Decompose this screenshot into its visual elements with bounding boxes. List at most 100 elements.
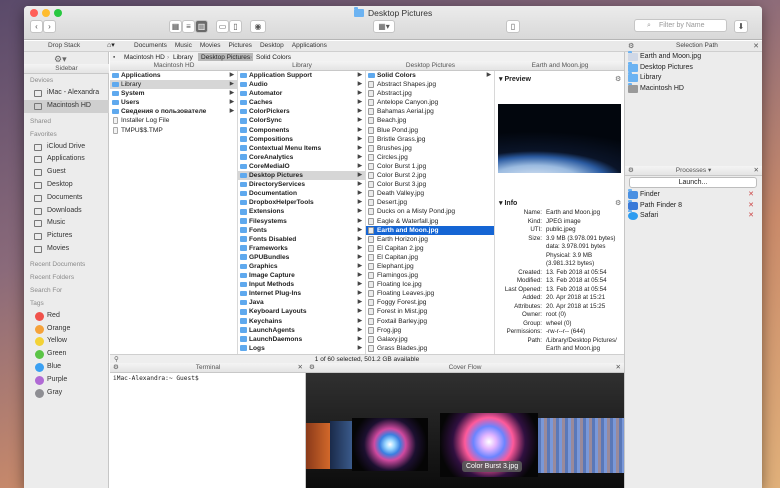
arrange-button[interactable]: ▦▾ [373, 20, 395, 33]
dual-pane-button[interactable]: ▯ [229, 20, 242, 33]
sidebar-item-macintosh-hd[interactable]: Macintosh HD [24, 99, 109, 113]
close-icon[interactable]: ✕ [753, 42, 759, 50]
image-file-row[interactable]: Color Burst 2.jpg [366, 171, 494, 180]
sidebar-item-imac[interactable]: iMac - Alexandra [24, 87, 109, 100]
image-file-row[interactable]: Bristle Grass.jpg [366, 135, 494, 144]
folder-row[interactable]: Keyboard Layouts ▶ [238, 307, 365, 316]
folder-row[interactable]: Users ▶ [110, 98, 237, 107]
image-file-row[interactable]: Floating Ice.jpg [366, 280, 494, 289]
image-file-row[interactable]: Antelope Canyon.jpg [366, 98, 494, 107]
folder-row[interactable]: Graphics ▶ [238, 262, 365, 271]
process-item-path-finder[interactable]: Path Finder 8 ✕ [625, 199, 762, 212]
folder-row[interactable]: System ▶ [110, 89, 237, 98]
folder-row[interactable]: GPUBundles ▶ [238, 253, 365, 262]
folder-row[interactable]: DropboxHelperTools ▶ [238, 198, 365, 207]
folder-row[interactable]: Internet Plug-Ins ▶ [238, 289, 365, 298]
image-file-row[interactable]: Galaxy.jpg [366, 335, 494, 344]
quick-look-button[interactable]: ◉ [250, 20, 266, 33]
tag-item-purple[interactable]: Purple [24, 374, 109, 387]
image-file-row[interactable]: Color Burst 1.jpg [366, 162, 494, 171]
folder-row[interactable]: Image Capture ▶ [238, 271, 365, 280]
image-file-row[interactable]: Beach.jpg [366, 116, 494, 125]
sidebar-item-music[interactable]: Music [24, 217, 109, 230]
folder-row[interactable]: Filesystems ▶ [238, 217, 365, 226]
image-file-row[interactable]: Blue Pond.jpg [366, 126, 494, 135]
image-file-row[interactable]: Elephant.jpg [366, 262, 494, 271]
folder-row[interactable]: Applications ▶ [110, 71, 237, 80]
gear-icon[interactable]: ⚙ [628, 166, 634, 176]
gear-icon[interactable]: ⚙ [628, 42, 634, 50]
list-view-button[interactable]: ≡ [182, 20, 195, 33]
folder-row[interactable]: Extensions ▶ [238, 207, 365, 216]
selection-path-item[interactable]: Macintosh HD [625, 82, 762, 95]
folder-row[interactable]: Сведения о пользователе ▶ [110, 107, 237, 116]
image-file-row[interactable]: Frog.jpg [366, 326, 494, 335]
path-item[interactable]: Music [175, 42, 192, 49]
folder-row[interactable]: Fonts Disabled ▶ [238, 235, 365, 244]
folder-row[interactable]: Caches ▶ [238, 98, 365, 107]
tag-item-green[interactable]: Green [24, 348, 109, 361]
close-icon[interactable]: ✕ [616, 363, 621, 373]
folder-row[interactable]: Audio ▶ [238, 80, 365, 89]
minimize-window-button[interactable] [42, 9, 50, 17]
folder-row[interactable]: ColorSync ▶ [238, 116, 365, 125]
path-item[interactable]: Desktop [260, 42, 284, 49]
folder-row[interactable]: LaunchAgents ▶ [238, 326, 365, 335]
image-file-row[interactable]: Bahamas Aerial.jpg [366, 107, 494, 116]
folder-row[interactable]: Java ▶ [238, 298, 365, 307]
info-header[interactable]: ▾ Info [499, 199, 517, 207]
folder-row[interactable]: CoreMediaIO ▶ [238, 162, 365, 171]
folder-row[interactable]: Compositions ▶ [238, 135, 365, 144]
folder-row[interactable]: Documentation ▶ [238, 189, 365, 198]
tag-item-yellow[interactable]: Yellow [24, 335, 109, 348]
image-file-row[interactable]: El Capitan.jpg [366, 253, 494, 262]
image-file-row[interactable]: Eagle & Waterfall.jpg [366, 217, 494, 226]
image-file-row[interactable]: Abstract Shapes.jpg [366, 80, 494, 89]
image-file-row[interactable]: Floating Leaves.jpg [366, 289, 494, 298]
image-file-row[interactable]: Earth Horizon.jpg [366, 235, 494, 244]
quit-icon[interactable]: ✕ [748, 190, 754, 201]
new-file-button[interactable]: ▯ [506, 20, 520, 33]
home-icon[interactable]: ⌂▾ [107, 41, 127, 51]
split-view-button[interactable]: ▭ [216, 20, 229, 33]
folder-row[interactable]: CoreAnalytics ▶ [238, 153, 365, 162]
image-file-row[interactable]: Ducks on a Misty Pond.jpg [366, 207, 494, 216]
sidebar-item-icloud[interactable]: iCloud Drive [24, 141, 109, 154]
tag-item-red[interactable]: Red [24, 310, 109, 323]
gear-icon[interactable]: ⚙ [615, 199, 621, 207]
forward-button[interactable]: › [43, 20, 56, 33]
back-button[interactable]: ‹ [30, 20, 43, 33]
cover-thumbnail[interactable] [330, 421, 352, 469]
folder-row[interactable]: Keychains ▶ [238, 317, 365, 326]
process-item-safari[interactable]: Safari ✕ [625, 210, 762, 222]
image-file-row[interactable]: Foxtail Barley.jpg [366, 317, 494, 326]
folder-row[interactable]: Application Support ▶ [238, 71, 365, 80]
sidebar-item-desktop[interactable]: Desktop [24, 179, 109, 192]
folder-row[interactable]: Desktop Pictures ▶ [238, 171, 365, 181]
sidebar-item-downloads[interactable]: Downloads [24, 205, 109, 218]
gear-icon[interactable]: ⚙ [309, 363, 315, 373]
cover-thumbnail[interactable] [352, 418, 428, 471]
download-button[interactable]: ⬇ [734, 20, 748, 33]
folder-row[interactable]: Contextual Menu Items ▶ [238, 144, 365, 153]
quit-icon[interactable]: ✕ [748, 201, 754, 212]
close-icon[interactable]: ✕ [298, 363, 303, 373]
folder-row[interactable]: Frameworks ▶ [238, 244, 365, 253]
image-file-row[interactable]: Earth and Moon.jpg [366, 225, 494, 235]
tag-item-gray[interactable]: Gray [24, 387, 109, 400]
selection-path-item[interactable]: Desktop Pictures [625, 61, 762, 74]
selection-path-item[interactable]: Earth and Moon.jpg [625, 51, 762, 63]
sidebar-item-guest[interactable]: Guest [24, 166, 109, 179]
folder-row[interactable]: DirectoryServices ▶ [238, 180, 365, 189]
folder-row[interactable]: Installer Log File [110, 116, 237, 125]
image-file-row[interactable]: Grass Blades.jpg [366, 344, 494, 353]
icon-view-button[interactable]: ▦ [169, 20, 182, 33]
path-item[interactable]: Pictures [228, 42, 251, 49]
cover-thumbnail[interactable] [306, 423, 330, 469]
folder-row[interactable]: Library ▶ [110, 80, 237, 90]
quit-icon[interactable]: ✕ [748, 211, 754, 222]
folder-row[interactable]: ColorPickers ▶ [238, 107, 365, 116]
path-item[interactable]: Documents [134, 42, 167, 49]
sidebar-item-applications[interactable]: Applications [24, 153, 109, 166]
image-file-row[interactable]: Death Valley.jpg [366, 189, 494, 198]
